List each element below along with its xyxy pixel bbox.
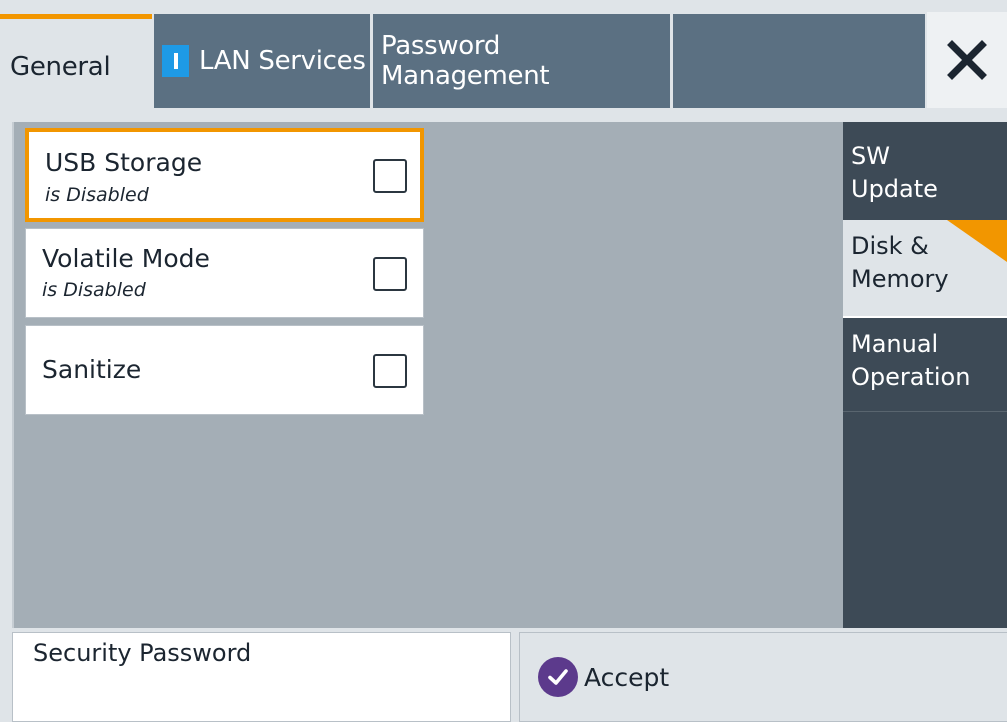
info-icon: [162, 45, 189, 77]
volatile-mode-option[interactable]: Volatile Mode is Disabled: [25, 228, 424, 318]
usb-storage-option[interactable]: USB Storage is Disabled: [25, 128, 424, 222]
active-tab-indicator: [947, 220, 1007, 262]
tab-password-management[interactable]: Password Management: [373, 14, 670, 108]
checkmark-icon: [538, 657, 578, 697]
side-tab-sw-update[interactable]: SW Update: [843, 130, 1007, 220]
tab-bar: General LAN Services Password Management: [0, 0, 1007, 114]
side-tab-manual-operation[interactable]: Manual Operation: [843, 316, 1007, 412]
tab-general[interactable]: General: [0, 14, 152, 114]
side-tab-manual-operation-line2: Operation: [851, 363, 971, 391]
tab-bar-filler: [673, 14, 925, 108]
side-tab-disk-memory-line2: Memory: [851, 265, 949, 293]
accept-label: Accept: [584, 662, 670, 692]
security-password-label: Security Password: [33, 639, 252, 667]
tab-lan-services[interactable]: LAN Services: [154, 14, 370, 108]
tab-password-management-label: Password Management: [381, 31, 550, 91]
side-tab-sw-update-line2: Update: [851, 175, 938, 203]
close-button[interactable]: [927, 12, 1007, 108]
accept-button[interactable]: Accept: [519, 632, 1007, 722]
close-icon: [947, 40, 987, 80]
options-panel: USB Storage is Disabled Volatile Mode is…: [12, 122, 844, 628]
side-tab-disk-memory[interactable]: Disk & Memory: [843, 220, 1007, 316]
usb-storage-label: USB Storage: [45, 148, 203, 177]
usb-storage-status: is Disabled: [45, 184, 149, 206]
volatile-mode-label: Volatile Mode: [42, 244, 210, 273]
usb-storage-checkbox[interactable]: [373, 159, 407, 193]
side-tabs: SW Update Disk & Memory Manual Operation: [843, 122, 1007, 628]
sanitize-option[interactable]: Sanitize: [25, 325, 424, 415]
sanitize-label: Sanitize: [42, 355, 142, 384]
side-tab-sw-update-line1: SW: [851, 142, 890, 170]
side-tab-manual-operation-line1: Manual: [851, 330, 939, 358]
security-password-field[interactable]: Security Password: [12, 632, 511, 722]
tab-lan-services-label: LAN Services: [199, 46, 366, 76]
sanitize-checkbox[interactable]: [373, 354, 407, 388]
volatile-mode-checkbox[interactable]: [373, 257, 407, 291]
tab-general-label: General: [10, 51, 111, 82]
volatile-mode-status: is Disabled: [42, 279, 146, 301]
